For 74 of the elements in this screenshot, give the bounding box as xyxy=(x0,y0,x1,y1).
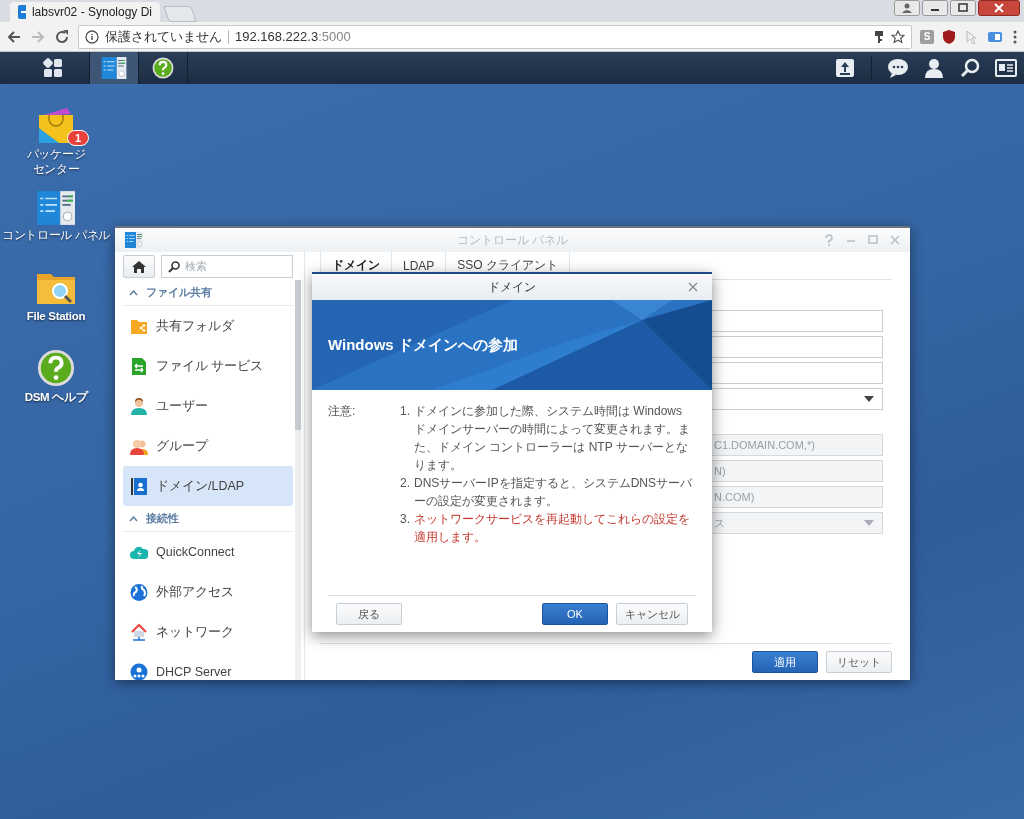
help-icon[interactable] xyxy=(37,349,75,387)
sidebar-item[interactable]: ドメイン/LDAP xyxy=(123,466,293,506)
scrollbar-thumb[interactable] xyxy=(295,280,301,430)
desktop-icon-label: File Station xyxy=(26,309,86,324)
sidebar-item[interactable]: 共有フォルダ xyxy=(123,306,293,346)
menu-icon[interactable] xyxy=(1012,28,1018,45)
info-icon xyxy=(85,29,99,44)
profile-icon[interactable] xyxy=(894,0,920,16)
house-network-icon xyxy=(130,622,148,642)
chat-icon[interactable] xyxy=(887,58,909,78)
list-number: 2. xyxy=(399,475,410,492)
url-text: 192.168.222.3:5000 xyxy=(235,29,351,44)
warning-text: ネットワークサービスを再起動してこれらの設定を適用します。 xyxy=(414,511,691,546)
desktop-icon-label: コントロール パネル xyxy=(1,228,111,243)
sidebar-item[interactable]: ユーザー xyxy=(123,386,293,426)
note-text: DNSサーバーIPを指定すると、システムDNSサーバーの設定が変更されます。 xyxy=(414,475,693,510)
file-arrows-icon xyxy=(130,356,148,376)
reset-button[interactable]: リセット xyxy=(826,651,892,673)
home-button[interactable] xyxy=(123,255,155,278)
caret-icon xyxy=(129,515,138,522)
maximize-button[interactable] xyxy=(950,0,976,16)
list-number: 3. xyxy=(399,511,410,528)
dialog-title: ドメイン xyxy=(488,278,536,296)
bookmark-star-icon[interactable] xyxy=(891,29,905,44)
ok-button[interactable]: OK xyxy=(542,603,608,625)
sidebar-item[interactable]: DHCP Server xyxy=(123,652,293,680)
caret-icon xyxy=(864,396,874,402)
back-icon[interactable] xyxy=(6,28,22,45)
browser-tab[interactable]: labsvr02 - Synology Di xyxy=(10,2,160,22)
key-icon[interactable] xyxy=(873,29,885,44)
apply-button[interactable]: 適用 xyxy=(752,651,818,673)
sidebar-item[interactable]: グループ xyxy=(123,426,293,466)
sidebar-item[interactable]: QuickConnect xyxy=(123,532,293,572)
minimize-button[interactable] xyxy=(922,0,948,16)
globe-icon xyxy=(130,582,148,602)
help-icon[interactable] xyxy=(152,57,174,79)
user-icon[interactable] xyxy=(925,58,943,78)
sidebar-section-header[interactable]: ファイル共有 xyxy=(123,280,293,306)
list-number: 1. xyxy=(399,403,410,420)
cancel-button[interactable]: キャンセル xyxy=(616,603,688,625)
caret-icon xyxy=(864,520,874,526)
desktop-icon-label: DSM ヘルプ xyxy=(24,390,88,405)
close-icon[interactable] xyxy=(688,282,698,292)
search-icon xyxy=(168,260,180,273)
back-button[interactable]: 戻る xyxy=(336,603,402,625)
shield-icon[interactable] xyxy=(942,28,956,45)
sidebar-item[interactable]: ファイル サービス xyxy=(123,346,293,386)
user-icon xyxy=(130,396,148,416)
main-menu-icon[interactable] xyxy=(42,58,63,78)
security-label: 保護されていません xyxy=(105,27,222,46)
reload-icon[interactable] xyxy=(54,28,70,45)
app-logo-icon xyxy=(18,5,26,19)
caret-icon xyxy=(129,289,138,296)
control-panel-icon xyxy=(101,57,127,79)
search-icon[interactable] xyxy=(960,58,980,78)
sidebar-section-header[interactable]: 接続性 xyxy=(123,506,293,532)
desktop-icon-label: センター xyxy=(32,162,80,177)
address-bar[interactable]: 保護されていません 192.168.222.3:5000 xyxy=(78,24,912,49)
home-icon xyxy=(132,260,146,273)
taskbar-app-button[interactable] xyxy=(90,52,139,84)
address-book-icon xyxy=(130,476,148,496)
note-label: 注意: xyxy=(328,403,357,420)
upload-icon[interactable] xyxy=(835,58,855,78)
extension-icon[interactable] xyxy=(986,29,1004,44)
desktop-icon-label: パッケージ xyxy=(26,147,86,162)
sidebar-item[interactable]: ネットワーク xyxy=(123,612,293,652)
close-button[interactable] xyxy=(978,0,1020,16)
sidebar-item[interactable]: 外部アクセス xyxy=(123,572,293,612)
control-panel-icon xyxy=(37,191,75,225)
shopping-bag-icon[interactable] xyxy=(37,106,75,144)
control-panel-icon xyxy=(125,232,143,248)
widgets-icon[interactable] xyxy=(995,59,1017,77)
note-text: ドメインに参加した際、システム時間は Windows ドメインサーバーの時間によって変更されます。また、ドメイン コントローラーは NTP サーバーとなります。 xyxy=(414,403,691,474)
dialog-heading: Windows ドメインへの参加 xyxy=(328,335,518,355)
